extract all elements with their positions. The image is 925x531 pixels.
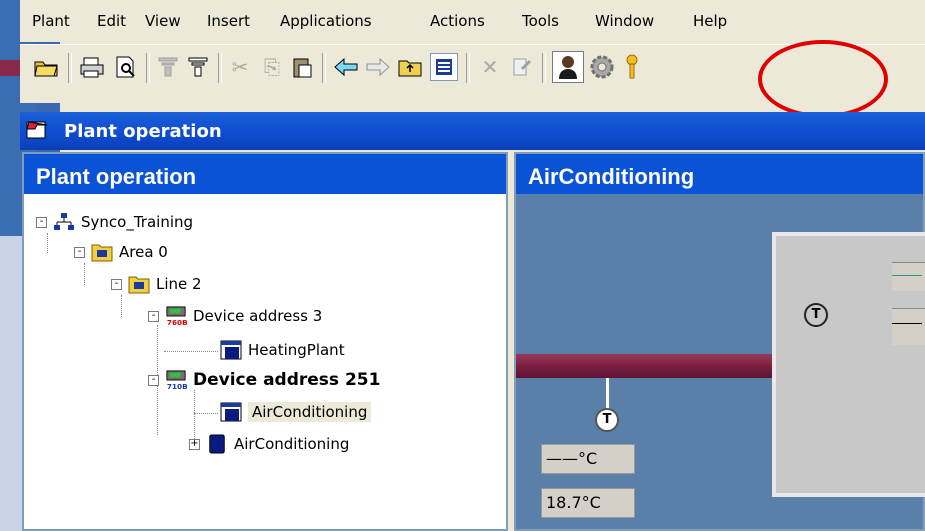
open-folder-icon[interactable] xyxy=(32,53,60,81)
tree-item[interactable]: + AirConditioning xyxy=(189,432,349,456)
tree-pane-header: Plant operation xyxy=(24,154,506,194)
temperature-value[interactable]: 18.7°C xyxy=(541,488,635,518)
highlight-annotation xyxy=(758,40,888,118)
print-icon[interactable] xyxy=(78,53,106,81)
device-icon: 710B xyxy=(166,370,187,390)
delete-icon[interactable]: ✕ xyxy=(476,53,504,81)
detail-pane-header: AirConditioning xyxy=(516,154,923,194)
tree-item[interactable]: - Synco_Training xyxy=(36,210,193,234)
expand-toggle[interactable]: + xyxy=(189,438,200,450)
pipe-fragment xyxy=(0,60,20,76)
list-view-icon[interactable] xyxy=(430,53,458,81)
up-folder-icon[interactable] xyxy=(396,53,424,81)
folder-icon xyxy=(91,244,113,262)
collapse-toggle[interactable]: - xyxy=(74,246,85,258)
tree-item-label: Device address 251 xyxy=(193,370,381,390)
folder-icon xyxy=(128,276,150,294)
forward-arrow-icon[interactable] xyxy=(364,53,392,81)
tree-item-label: HeatingPlant xyxy=(248,341,345,359)
network-icon xyxy=(54,213,74,230)
ahu-value-field xyxy=(892,262,925,291)
tree-item-label: Device address 3 xyxy=(193,307,323,325)
temperature-setpoint-value[interactable]: ——°C xyxy=(541,444,635,474)
menu-plant[interactable]: Plant xyxy=(32,12,70,30)
tree-item-label: Area 0 xyxy=(119,243,168,261)
collapse-toggle[interactable]: - xyxy=(148,310,159,322)
back-arrow-icon[interactable] xyxy=(332,53,360,81)
menu-edit[interactable]: Edit xyxy=(97,12,126,30)
tree-item-label: Synco_Training xyxy=(81,213,194,231)
tree-item-label: AirConditioning xyxy=(248,402,372,422)
sensor-stem xyxy=(606,378,609,410)
user-icon[interactable] xyxy=(552,51,584,83)
copy-icon[interactable]: ⎘ xyxy=(258,53,286,81)
menu-applications[interactable]: Applications xyxy=(280,12,372,30)
filter-icon[interactable] xyxy=(154,53,182,81)
cut-icon[interactable]: ✂ xyxy=(226,53,254,81)
window-title: Plant operation xyxy=(64,121,222,142)
svg-text:710B: 710B xyxy=(167,382,187,390)
tree-item-label: AirConditioning xyxy=(234,435,350,453)
temperature-sensor-icon[interactable]: T xyxy=(595,408,619,432)
tree-item[interactable]: - 710B Device address 251 xyxy=(148,368,380,392)
menu-view[interactable]: View xyxy=(145,12,181,30)
window-titlebar: Plant operation xyxy=(20,112,925,150)
key-icon[interactable] xyxy=(618,53,646,81)
plant-icon xyxy=(220,340,242,360)
tree-item-selected[interactable]: AirConditioning xyxy=(220,400,372,424)
tree-item[interactable]: - Area 0 xyxy=(74,240,168,264)
collapse-toggle[interactable]: - xyxy=(111,278,122,290)
temperature-sensor-icon[interactable]: T xyxy=(804,303,828,327)
menu-tools[interactable]: Tools xyxy=(522,12,559,30)
menu-help[interactable]: Help xyxy=(693,12,727,30)
menu-actions[interactable]: Actions xyxy=(430,12,485,30)
settings-gear-icon[interactable] xyxy=(588,53,616,81)
tree-item-label: Line 2 xyxy=(156,275,202,293)
tree-item[interactable]: - 760B Device address 3 xyxy=(148,304,322,328)
device-icon: 760B xyxy=(166,306,187,326)
print-preview-icon[interactable] xyxy=(112,53,140,81)
paste-icon[interactable] xyxy=(288,53,316,81)
tree-item[interactable]: - Line 2 xyxy=(111,272,202,296)
plant-icon xyxy=(220,402,242,422)
svg-text:760B: 760B xyxy=(167,318,187,326)
plant-group-icon xyxy=(209,434,225,454)
air-duct xyxy=(516,354,772,378)
ahu-value-field-2 xyxy=(892,308,925,345)
tree-item[interactable]: HeatingPlant xyxy=(220,338,345,362)
menu-window[interactable]: Window xyxy=(595,12,654,30)
filter-active-icon[interactable] xyxy=(184,53,212,81)
properties-icon[interactable] xyxy=(508,53,536,81)
menu-insert[interactable]: Insert xyxy=(207,12,250,30)
collapse-toggle[interactable]: - xyxy=(36,216,47,228)
collapse-toggle[interactable]: - xyxy=(148,374,159,386)
menu-bar: Plant Edit View Insert Applications Acti… xyxy=(20,0,925,42)
plant-operation-icon xyxy=(26,121,48,139)
